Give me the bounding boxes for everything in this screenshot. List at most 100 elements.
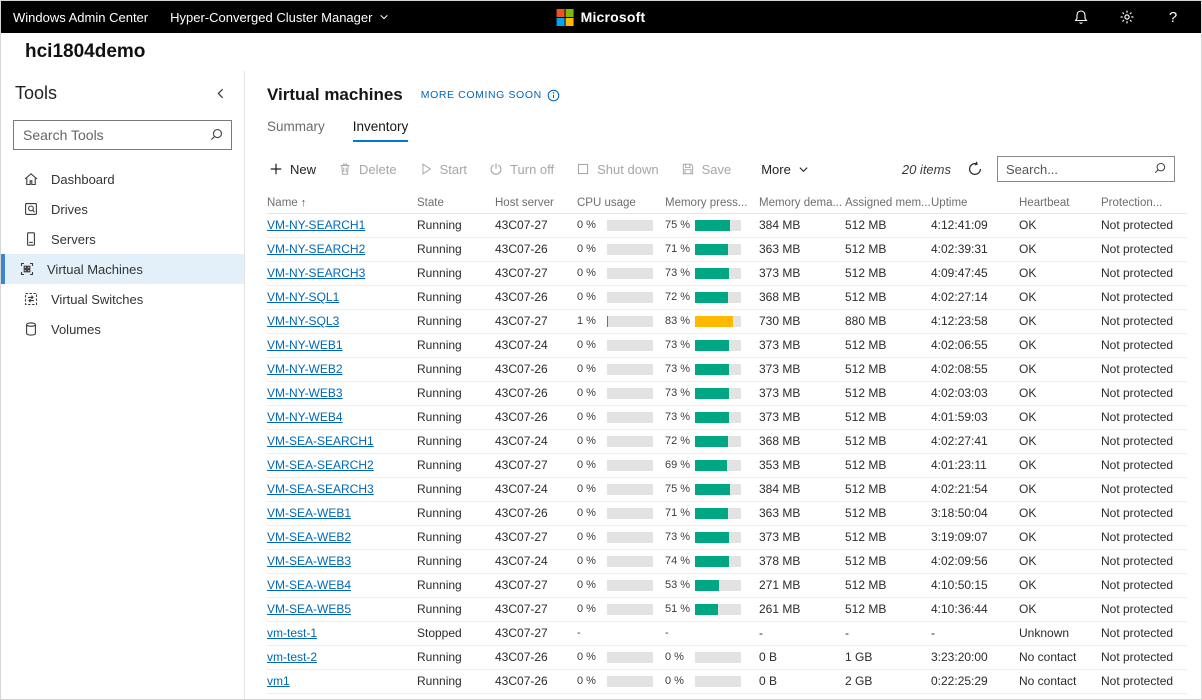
vm-assigned-memory: 512 MB (845, 286, 931, 309)
table-row[interactable]: VM-NY-SEARCH1 Running 43C07-27 0 % 75 % … (267, 214, 1187, 238)
vm-name-link[interactable]: VM-NY-SEARCH3 (267, 266, 365, 280)
vm-name-link[interactable]: VM-SEA-WEB4 (267, 578, 351, 592)
solution-switcher[interactable]: Hyper-Converged Cluster Manager (170, 10, 389, 25)
sidebar-item-drives[interactable]: Drives (1, 194, 244, 224)
vm-uptime: 3:18:50:04 (931, 502, 1019, 525)
turn-off-button[interactable]: Turn off (478, 154, 565, 184)
column-header-protection[interactable]: Protection... (1101, 197, 1187, 209)
cpu-usage-value: 0 % (577, 574, 607, 597)
vm-uptime: 4:02:03:03 (931, 382, 1019, 405)
vm-name-link[interactable]: VM-SEA-WEB2 (267, 530, 351, 544)
sidebar-item-virtual-switches[interactable]: Virtual Switches (1, 284, 244, 314)
vm-name-link[interactable]: vm-test-2 (267, 650, 317, 664)
table-row[interactable]: VM-SEA-WEB2 Running 43C07-27 0 % 73 % 37… (267, 526, 1187, 550)
column-header-name[interactable]: Name↑ (267, 197, 417, 209)
table-row[interactable]: vm-test-1 Stopped 43C07-27 - - - - - Unk… (267, 622, 1187, 646)
table-row[interactable]: VM-NY-SQL1 Running 43C07-26 0 % 72 % 368… (267, 286, 1187, 310)
tab-summary[interactable]: Summary (267, 119, 325, 142)
vm-name-link[interactable]: VM-NY-WEB1 (267, 338, 343, 352)
vm-name-link[interactable]: VM-NY-SQL3 (267, 314, 339, 328)
table-row[interactable]: VM-SEA-WEB3 Running 43C07-24 0 % 74 % 37… (267, 550, 1187, 574)
tools-search-input[interactable] (13, 120, 232, 150)
new-button[interactable]: New (267, 154, 327, 184)
sidebar-item-dashboard[interactable]: Dashboard (1, 164, 244, 194)
vm-protection: Not protected (1101, 238, 1187, 261)
vm-name-link[interactable]: VM-SEA-SEARCH1 (267, 434, 374, 448)
sidebar-collapse-icon[interactable] (214, 87, 228, 101)
refresh-icon[interactable] (967, 161, 983, 177)
save-button[interactable]: Save (670, 154, 743, 184)
settings-gear-icon[interactable] (1119, 9, 1135, 25)
vm-cpu-usage: 1 % (577, 310, 665, 333)
cpu-usage-value: 0 % (577, 286, 607, 309)
table-row[interactable]: VM-NY-WEB4 Running 43C07-26 0 % 73 % 373… (267, 406, 1187, 430)
sidebar-item-virtual-machines[interactable]: Virtual Machines (1, 254, 244, 284)
delete-button[interactable]: Delete (327, 154, 408, 184)
table-row[interactable]: vm1 Running 43C07-26 0 % 0 % 0 B 2 GB 0:… (267, 670, 1187, 694)
vm-name-link[interactable]: VM-NY-SQL1 (267, 290, 339, 304)
vm-host-server: 43C07-26 (495, 502, 577, 525)
cpu-usage-value: 1 % (577, 310, 607, 333)
cpu-usage-value: 0 % (577, 238, 607, 261)
table-row[interactable]: VM-NY-SEARCH3 Running 43C07-27 0 % 73 % … (267, 262, 1187, 286)
shut-down-button[interactable]: Shut down (565, 154, 669, 184)
vm-name-link[interactable]: VM-SEA-WEB3 (267, 554, 351, 568)
vm-assigned-memory: 512 MB (845, 430, 931, 453)
vm-name-link[interactable]: VM-SEA-WEB5 (267, 602, 351, 616)
table-row[interactable]: VM-NY-WEB1 Running 43C07-24 0 % 73 % 373… (267, 334, 1187, 358)
vm-host-server: 43C07-26 (495, 382, 577, 405)
table-search-input[interactable] (997, 156, 1175, 182)
vm-assigned-memory: 512 MB (845, 550, 931, 573)
help-icon[interactable]: ? (1165, 9, 1181, 25)
memory-pressure-value: 73 % (665, 358, 695, 381)
tab-inventory[interactable]: Inventory (353, 119, 409, 142)
table-row[interactable]: VM-SEA-WEB5 Running 43C07-27 0 % 51 % 26… (267, 598, 1187, 622)
notifications-bell-icon[interactable] (1073, 9, 1089, 25)
sidebar-item-volumes[interactable]: Volumes (1, 314, 244, 344)
column-header-memory-pressure[interactable]: Memory press... (665, 197, 759, 209)
vm-name-link[interactable]: VM-SEA-SEARCH3 (267, 482, 374, 496)
table-row[interactable]: VM-SEA-WEB4 Running 43C07-27 0 % 53 % 27… (267, 574, 1187, 598)
column-header-uptime[interactable]: Uptime (931, 197, 1019, 209)
vm-memory-demand: 384 MB (759, 478, 845, 501)
vm-name-link[interactable]: VM-NY-SEARCH2 (267, 242, 365, 256)
start-button[interactable]: Start (408, 154, 478, 184)
vm-name-link[interactable]: vm-test-1 (267, 626, 317, 640)
vm-host-server: 43C07-26 (495, 406, 577, 429)
table-row[interactable]: VM-SEA-SEARCH2 Running 43C07-27 0 % 69 %… (267, 454, 1187, 478)
vm-name-link[interactable]: VM-SEA-SEARCH2 (267, 458, 374, 472)
column-header-cpu-usage[interactable]: CPU usage (577, 197, 665, 209)
table-row[interactable]: VM-SEA-WEB1 Running 43C07-26 0 % 71 % 36… (267, 502, 1187, 526)
sidebar-item-servers[interactable]: Servers (1, 224, 244, 254)
vm-state: Running (417, 670, 495, 693)
vm-name-link[interactable]: VM-SEA-WEB1 (267, 506, 351, 520)
table-row[interactable]: VM-NY-SQL3 Running 43C07-27 1 % 83 % 730… (267, 310, 1187, 334)
more-coming-soon-badge[interactable]: MORE COMING SOON (421, 89, 560, 102)
cpu-usage-value: 0 % (577, 454, 607, 477)
vm-memory-demand: 384 MB (759, 214, 845, 237)
vm-name-link[interactable]: VM-NY-WEB2 (267, 362, 343, 376)
table-row[interactable]: VM-NY-SEARCH2 Running 43C07-26 0 % 71 % … (267, 238, 1187, 262)
vm-name-link[interactable]: VM-NY-SEARCH1 (267, 218, 365, 232)
vm-state: Running (417, 406, 495, 429)
vm-memory-demand: 373 MB (759, 358, 845, 381)
table-row[interactable]: vm-test-2 Running 43C07-26 0 % 0 % 0 B 1… (267, 646, 1187, 670)
more-button[interactable]: More (750, 154, 820, 184)
vm-uptime: 0:22:25:29 (931, 670, 1019, 693)
vm-name-link[interactable]: VM-NY-WEB4 (267, 410, 343, 424)
vm-name-link[interactable]: VM-NY-WEB3 (267, 386, 343, 400)
table-row[interactable]: VM-SEA-SEARCH1 Running 43C07-24 0 % 72 %… (267, 430, 1187, 454)
vm-cpu-usage: 0 % (577, 262, 665, 285)
table-row[interactable]: VM-SEA-SEARCH3 Running 43C07-24 0 % 75 %… (267, 478, 1187, 502)
column-header-memory-demand[interactable]: Memory dema... (759, 197, 845, 209)
column-header-heartbeat[interactable]: Heartbeat (1019, 197, 1101, 209)
column-header-host-server[interactable]: Host server (495, 197, 577, 209)
tools-title: Tools (15, 83, 57, 104)
column-header-state[interactable]: State (417, 197, 495, 209)
vm-memory-demand: 368 MB (759, 430, 845, 453)
table-row[interactable]: VM-NY-WEB3 Running 43C07-26 0 % 73 % 373… (267, 382, 1187, 406)
table-row[interactable]: VM-NY-WEB2 Running 43C07-26 0 % 73 % 373… (267, 358, 1187, 382)
vm-name-link[interactable]: vm1 (267, 674, 290, 688)
column-header-assigned-memory[interactable]: Assigned mem... (845, 197, 931, 209)
cpu-usage-bar (607, 220, 653, 231)
